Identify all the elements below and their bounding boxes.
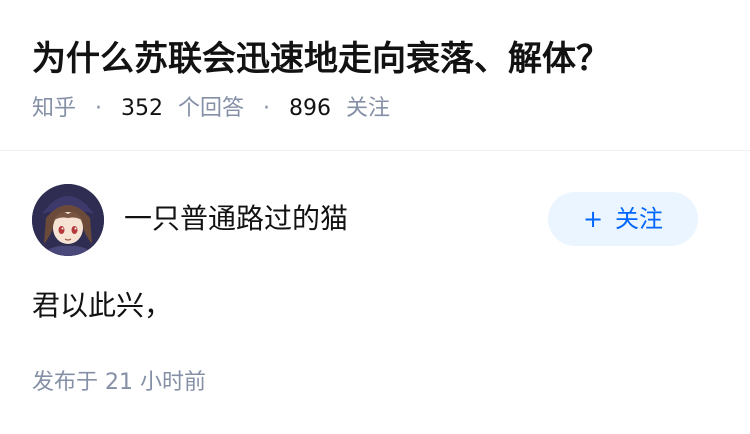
answer-publish-time: 发布于 21 小时前	[32, 370, 206, 395]
answer-author-row: 一只普通路过的猫 + 关注	[0, 182, 750, 258]
author-name[interactable]: 一只普通路过的猫	[124, 200, 348, 238]
follow-button-label: 关注	[615, 205, 664, 233]
answer-count-label: 个回答	[178, 96, 245, 121]
meta-separator: ·	[95, 96, 103, 121]
author-avatar[interactable]	[32, 184, 104, 256]
question-meta: 知乎 · 352 个回答 · 896 关注	[32, 94, 390, 124]
plus-icon: +	[582, 205, 604, 233]
site-name[interactable]: 知乎	[32, 96, 76, 121]
follower-count-label: 关注	[346, 96, 391, 121]
answer-count: 352	[121, 96, 164, 121]
question-header: 为什么苏联会迅速地走向衰落、解体？ 知乎 · 352 个回答 · 896 关注	[0, 0, 750, 151]
follow-button[interactable]: + 关注	[548, 192, 698, 246]
meta-separator: ·	[263, 96, 271, 121]
anime-girl-avatar-icon	[32, 184, 104, 256]
follower-count: 896	[289, 96, 332, 121]
answer-content[interactable]: 君以此兴，	[32, 286, 172, 326]
question-title[interactable]: 为什么苏联会迅速地走向衰落、解体？	[32, 36, 610, 82]
